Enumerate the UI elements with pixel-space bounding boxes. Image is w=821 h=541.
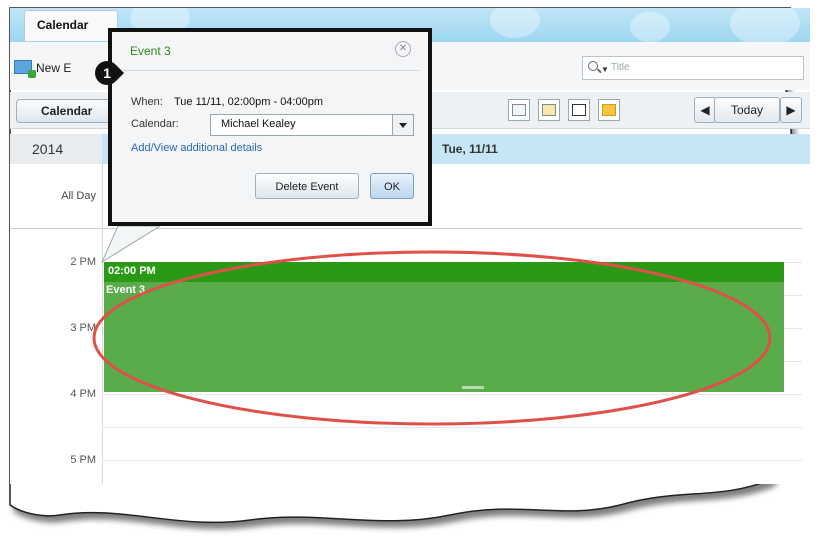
when-label: When:	[131, 96, 163, 108]
ok-button[interactable]: OK	[370, 173, 414, 199]
calendar-field-label: Calendar:	[131, 118, 179, 130]
calendar-select-value: Michael Kealey	[221, 118, 296, 130]
calendar-select[interactable]: Michael Kealey	[210, 114, 414, 136]
chevron-down-icon[interactable]	[392, 115, 413, 135]
highlight-ellipse-shape	[92, 250, 772, 426]
close-icon[interactable]: ✕	[395, 41, 411, 57]
delete-event-button[interactable]: Delete Event	[255, 173, 359, 199]
additional-details-link[interactable]: Add/View additional details	[131, 142, 262, 154]
popup-tail	[100, 225, 162, 264]
callout-badge: 1	[95, 61, 124, 85]
when-value: Tue 11/11, 02:00pm - 04:00pm	[174, 96, 323, 108]
popup-title: Event 3	[130, 44, 171, 58]
callout-number: 1	[103, 65, 111, 81]
popup-divider	[124, 70, 420, 71]
